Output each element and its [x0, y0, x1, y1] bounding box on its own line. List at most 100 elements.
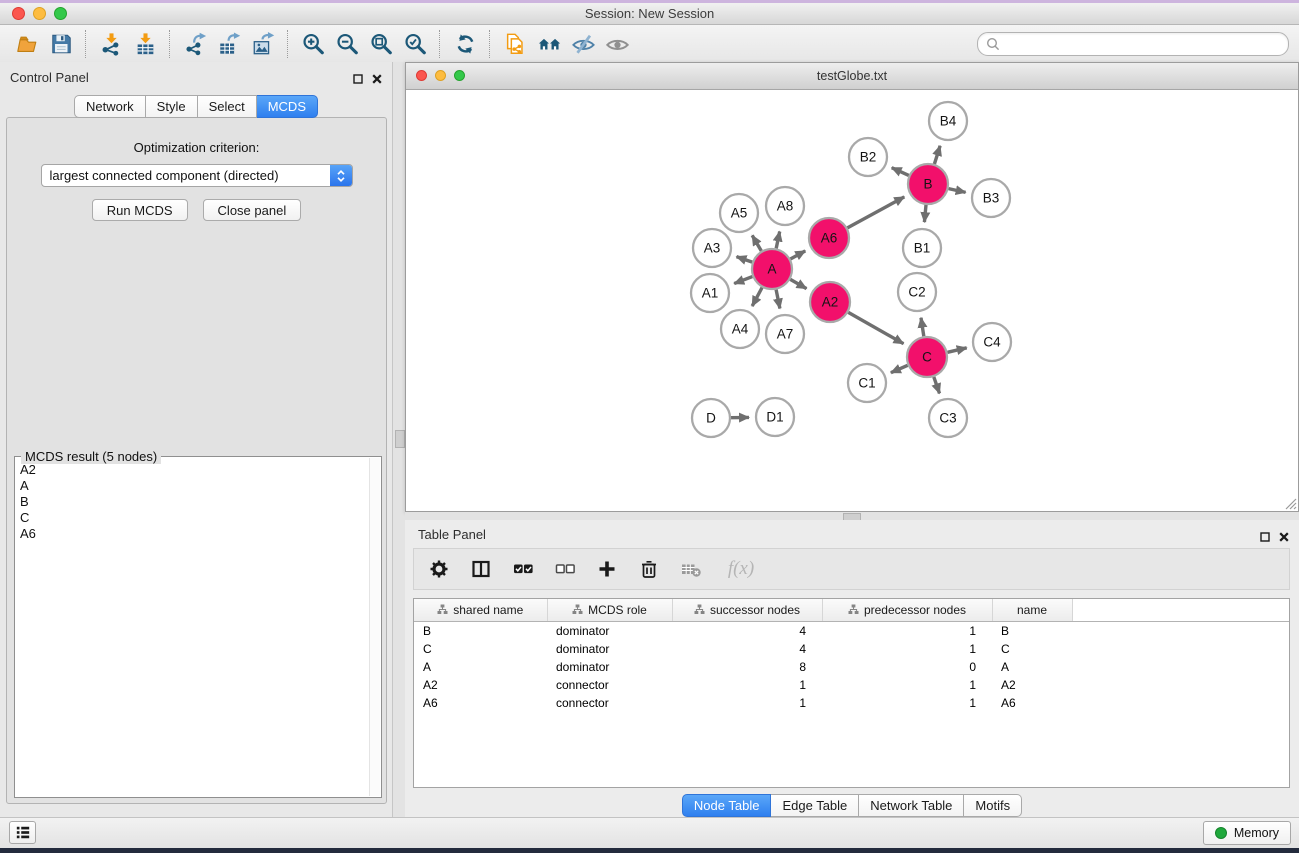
- graph-node-A1[interactable]: A1: [691, 274, 729, 312]
- graph-node-B2[interactable]: B2: [849, 138, 887, 176]
- table-cell[interactable]: 1: [672, 694, 822, 712]
- table-cell[interactable]: B: [992, 622, 1072, 641]
- refresh-layout-button[interactable]: [448, 28, 482, 60]
- table-cell[interactable]: 4: [672, 640, 822, 658]
- graph-edge-B-B3[interactable]: [949, 189, 966, 193]
- table-cell[interactable]: C: [414, 640, 547, 658]
- resize-grip[interactable]: [1284, 497, 1297, 510]
- graph-edge-B-B4[interactable]: [934, 146, 940, 164]
- minimize-network-button[interactable]: [435, 70, 446, 81]
- result-item[interactable]: A2: [16, 462, 369, 478]
- graph-node-C1[interactable]: C1: [848, 364, 886, 402]
- tab-mcds[interactable]: MCDS: [257, 95, 318, 118]
- tab-node-table[interactable]: Node Table: [682, 794, 772, 817]
- add-column-button[interactable]: [596, 557, 618, 581]
- zoom-window-button[interactable]: [54, 7, 67, 20]
- float-panel-icon[interactable]: [1260, 529, 1270, 547]
- table-cell[interactable]: A: [992, 658, 1072, 676]
- table-cell[interactable]: dominator: [547, 640, 672, 658]
- graph-node-A8[interactable]: A8: [766, 187, 804, 225]
- graph-edge-C-C1[interactable]: [891, 365, 908, 372]
- table-cell[interactable]: A2: [992, 676, 1072, 694]
- table-cell[interactable]: 1: [822, 676, 992, 694]
- close-window-button[interactable]: [12, 7, 25, 20]
- horizontal-splitter[interactable]: [405, 512, 1299, 520]
- network-graph[interactable]: B4B2BB3A8A5A6B1A3AA1C2A2A4A7C4CC1C3DD1: [407, 90, 1297, 510]
- table-row[interactable]: Bdominator41B: [414, 622, 1289, 641]
- export-image-button[interactable]: [246, 28, 280, 60]
- close-panel-button[interactable]: Close panel: [203, 199, 302, 221]
- table-row[interactable]: A2connector11A2: [414, 676, 1289, 694]
- graph-node-C[interactable]: C: [907, 337, 947, 377]
- graph-node-C3[interactable]: C3: [929, 399, 967, 437]
- graph-edge-A-A8[interactable]: [776, 232, 780, 249]
- tab-network[interactable]: Network: [74, 95, 146, 118]
- zoom-network-button[interactable]: [454, 70, 465, 81]
- tab-edge-table[interactable]: Edge Table: [771, 794, 859, 817]
- search-box[interactable]: [977, 32, 1289, 56]
- delete-column-button[interactable]: [638, 557, 660, 581]
- result-item[interactable]: B: [16, 494, 369, 510]
- table-cell[interactable]: 1: [822, 622, 992, 641]
- show-hide-panels-button[interactable]: [532, 28, 566, 60]
- table-cell[interactable]: C: [992, 640, 1072, 658]
- graph-edge-C-C2[interactable]: [921, 318, 924, 337]
- zoom-in-button[interactable]: [296, 28, 330, 60]
- table-cell[interactable]: connector: [547, 694, 672, 712]
- splitter-collapse-handle[interactable]: [395, 430, 405, 448]
- result-scrollbar[interactable]: [369, 458, 380, 796]
- task-history-button[interactable]: [9, 821, 36, 844]
- zoom-out-button[interactable]: [330, 28, 364, 60]
- show-all-button[interactable]: [600, 28, 634, 60]
- table-row[interactable]: Cdominator41C: [414, 640, 1289, 658]
- table-cell[interactable]: 1: [822, 640, 992, 658]
- close-panel-icon[interactable]: [372, 71, 382, 89]
- graph-node-A4[interactable]: A4: [721, 310, 759, 348]
- memory-button[interactable]: Memory: [1203, 821, 1291, 845]
- graph-node-A7[interactable]: A7: [766, 315, 804, 353]
- network-canvas[interactable]: B4B2BB3A8A5A6B1A3AA1C2A2A4A7C4CC1C3DD1: [407, 90, 1297, 510]
- network-window-titlebar[interactable]: testGlobe.txt: [406, 63, 1298, 90]
- graph-node-B3[interactable]: B3: [972, 179, 1010, 217]
- graph-edge-B-B1[interactable]: [924, 205, 926, 222]
- graph-edge-A-A3[interactable]: [737, 257, 753, 263]
- table-cell[interactable]: A6: [992, 694, 1072, 712]
- column-header-successor-nodes[interactable]: successor nodes: [672, 599, 822, 622]
- table-cell[interactable]: 1: [672, 676, 822, 694]
- table-row[interactable]: Adominator80A: [414, 658, 1289, 676]
- table-cell[interactable]: 8: [672, 658, 822, 676]
- table-settings-button[interactable]: [428, 557, 450, 581]
- graph-node-C2[interactable]: C2: [898, 273, 936, 311]
- graph-edge-A-A7[interactable]: [776, 290, 780, 309]
- result-item[interactable]: C: [16, 510, 369, 526]
- table-cell[interactable]: 0: [822, 658, 992, 676]
- save-session-button[interactable]: [44, 28, 78, 60]
- result-item[interactable]: A6: [16, 526, 369, 542]
- column-header-name[interactable]: name: [992, 599, 1072, 622]
- graph-node-D1[interactable]: D1: [756, 398, 794, 436]
- minimize-window-button[interactable]: [33, 7, 46, 20]
- export-table-button[interactable]: [212, 28, 246, 60]
- tab-motifs[interactable]: Motifs: [964, 794, 1022, 817]
- zoom-fit-button[interactable]: [364, 28, 398, 60]
- graph-node-B[interactable]: B: [908, 164, 948, 204]
- table-cell[interactable]: dominator: [547, 658, 672, 676]
- import-network-button[interactable]: [94, 28, 128, 60]
- hide-selected-button[interactable]: [566, 28, 600, 60]
- export-network-button[interactable]: [178, 28, 212, 60]
- float-panel-icon[interactable]: [353, 71, 363, 89]
- zoom-selected-button[interactable]: [398, 28, 432, 60]
- graph-edge-A-A5[interactable]: [752, 235, 761, 251]
- vertical-splitter[interactable]: [393, 62, 405, 818]
- table-cell[interactable]: 4: [672, 622, 822, 641]
- graph-node-C4[interactable]: C4: [973, 323, 1011, 361]
- search-input[interactable]: [1004, 36, 1280, 52]
- graph-edge-C-C3[interactable]: [934, 377, 940, 394]
- import-table-button[interactable]: [128, 28, 162, 60]
- graph-node-A5[interactable]: A5: [720, 194, 758, 232]
- graph-node-B4[interactable]: B4: [929, 102, 967, 140]
- table-cell[interactable]: dominator: [547, 622, 672, 641]
- table-row[interactable]: A6connector11A6: [414, 694, 1289, 712]
- select-all-button[interactable]: [512, 557, 534, 581]
- graph-node-B1[interactable]: B1: [903, 229, 941, 267]
